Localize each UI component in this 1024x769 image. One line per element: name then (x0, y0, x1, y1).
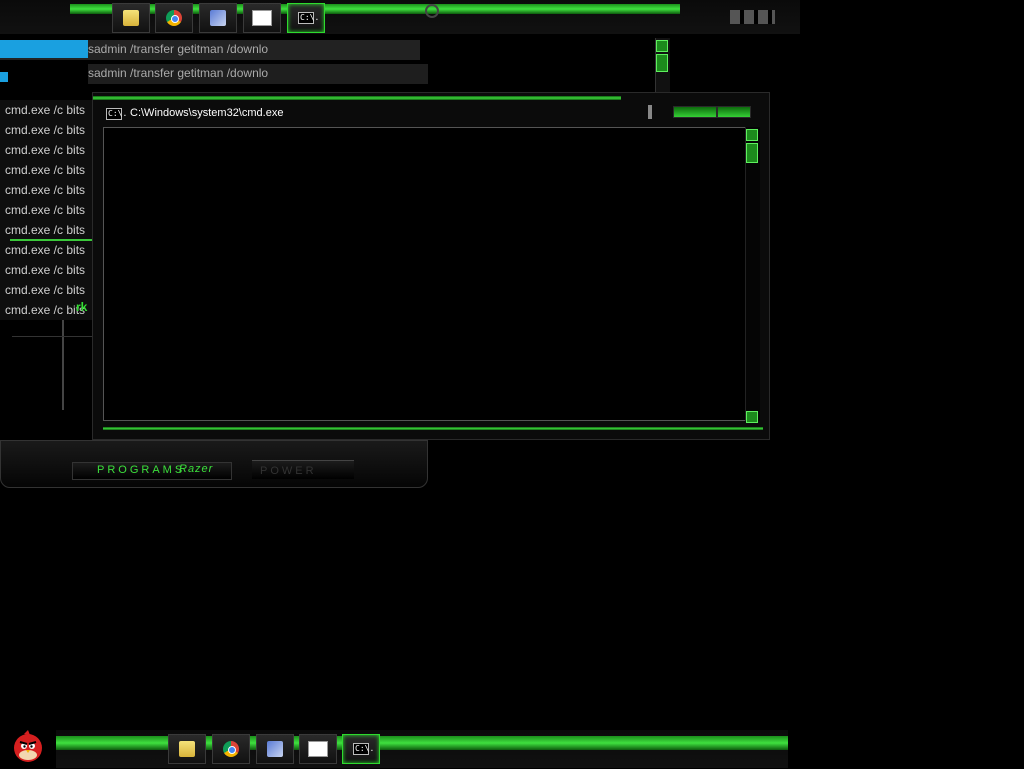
bottom-taskbar: C:\. (56, 730, 788, 768)
header-line-1: sadmin /transfer getitman /downlo (88, 42, 269, 56)
back-scroll-up[interactable] (656, 40, 668, 52)
top-taskbar: C:\. (0, 0, 800, 34)
taskbar-chrome-button[interactable] (155, 3, 193, 33)
command-line: cmd.exe /c bits (5, 243, 86, 257)
tray-icons[interactable] (730, 10, 775, 24)
command-line: cmd.exe /c bits (5, 163, 86, 177)
taskbar-cmd-button[interactable]: C:\. (287, 3, 325, 33)
cmd-title-glow (93, 96, 621, 100)
taskbar-cmd-button[interactable]: C:\. (342, 734, 380, 764)
scroll-down-button[interactable] (746, 411, 758, 423)
scroll-up-button[interactable] (746, 129, 758, 141)
close-button[interactable] (717, 106, 751, 118)
back-window-edge (62, 320, 64, 410)
cmd-icon: C:\. (353, 743, 375, 755)
chrome-icon (166, 10, 182, 26)
taskbar-control-panel-button[interactable] (199, 3, 237, 33)
minimize-button[interactable] (673, 106, 717, 118)
command-line: cmd.exe /c bits (5, 203, 86, 217)
blue-accent-2 (0, 72, 8, 82)
cmd-console[interactable] (103, 127, 753, 421)
angry-bird-icon (14, 730, 42, 762)
chrome-icon (223, 741, 239, 757)
camera-icon (425, 4, 439, 18)
blue-accent (0, 40, 88, 58)
command-line: cmd.exe /c bits (5, 143, 86, 157)
cmd-bottom-glow (103, 427, 763, 430)
back-scroll-thumb[interactable] (656, 54, 668, 72)
command-line: cmd.exe /c bits (5, 183, 86, 197)
command-line: cmd.exe /c bits (5, 223, 86, 237)
cmd-window-title: C:\Windows\system32\cmd.exe (130, 107, 284, 119)
cmd-window-icon: C:\. (106, 108, 128, 120)
keyboard-icon (308, 741, 328, 757)
razer-label: Razer (179, 463, 214, 475)
title-divider (648, 105, 652, 119)
taskbar-glow (56, 736, 788, 750)
cmd-scrollbar[interactable] (745, 127, 760, 421)
taskbar-explorer-button[interactable] (168, 734, 206, 764)
folder-icon (179, 741, 195, 757)
header-line-2: sadmin /transfer getitman /downlo (88, 66, 269, 80)
folder-icon (123, 10, 139, 26)
taskbar-keyboard-button[interactable] (299, 734, 337, 764)
wrench-icon (267, 741, 283, 757)
command-line: cmd.exe /c bits (5, 303, 86, 317)
programs-label: PROGRAMS (97, 464, 186, 476)
programs-button[interactable]: PROGRAMS Razer (72, 462, 232, 480)
taskbar-explorer-button[interactable] (112, 3, 150, 33)
keyboard-icon (252, 10, 272, 26)
cmd-window[interactable]: C:\. C:\Windows\system32\cmd.exe (92, 92, 770, 440)
command-line: cmd.exe /c bits (5, 123, 86, 137)
list-divider (10, 239, 92, 241)
taskbar-keyboard-button[interactable] (243, 3, 281, 33)
command-line: cmd.exe /c bits (5, 103, 86, 117)
wrench-icon (210, 10, 226, 26)
power-button[interactable]: POWER (252, 460, 354, 479)
taskbar-control-panel-button[interactable] (256, 734, 294, 764)
command-line: cmd.exe /c bits (5, 263, 86, 277)
fragment-text: rk (76, 300, 88, 314)
power-label: POWER (260, 465, 317, 477)
command-line: cmd.exe /c bits (5, 283, 86, 297)
cmd-icon: C:\. (298, 12, 320, 24)
back-window-bottom (12, 336, 102, 337)
taskbar-chrome-button[interactable] (212, 734, 250, 764)
start-orb[interactable] (10, 728, 46, 764)
scroll-thumb[interactable] (746, 143, 758, 163)
